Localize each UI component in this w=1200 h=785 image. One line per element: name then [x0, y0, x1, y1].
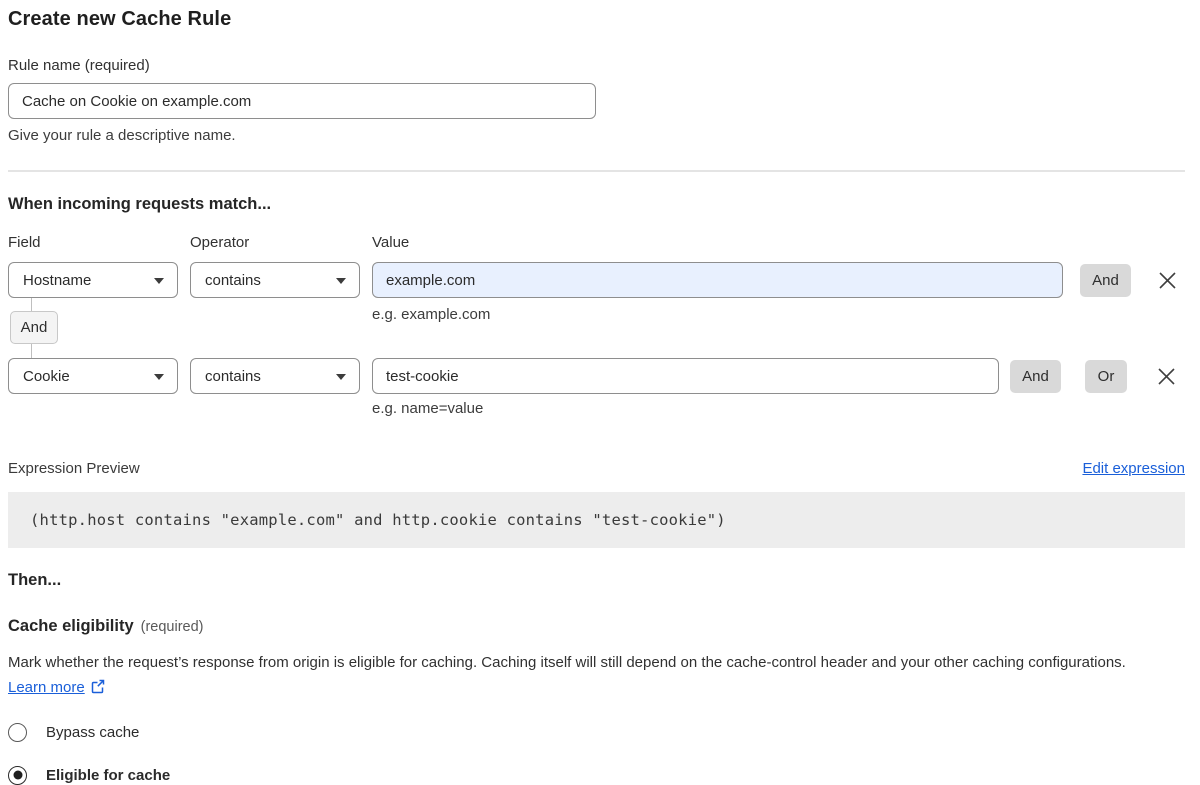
radio-label-bypass-cache: Bypass cache — [46, 724, 139, 741]
field-select-row2-value: Cookie — [23, 368, 70, 385]
value-hint-row2: e.g. name=value — [372, 400, 483, 417]
close-icon — [1158, 271, 1177, 290]
expression-preview-code: (http.host contains "example.com" and ht… — [8, 492, 1185, 548]
field-select-row2[interactable]: Cookie — [8, 358, 178, 394]
rule-name-helper: Give your rule a descriptive name. — [8, 127, 1185, 144]
radio-button-unselected[interactable] — [8, 723, 27, 742]
radio-label-eligible-for-cache: Eligible for cache — [46, 767, 170, 784]
rule-name-label: Rule name (required) — [8, 57, 1185, 74]
radio-option-bypass-cache[interactable]: Bypass cache — [8, 722, 1185, 742]
operator-select-row1[interactable]: contains — [190, 262, 360, 298]
then-heading: Then... — [8, 570, 1185, 590]
add-and-condition-button-row1[interactable]: And — [1080, 264, 1131, 297]
radio-button-selected[interactable] — [8, 766, 27, 785]
add-and-condition-button-row2[interactable]: And — [1010, 360, 1061, 393]
value-input-row2[interactable] — [372, 358, 999, 394]
operator-select-row1-value: contains — [205, 272, 261, 289]
operator-select-row2-value: contains — [205, 368, 261, 385]
section-divider — [8, 170, 1185, 172]
learn-more-link[interactable]: Learn more — [8, 679, 85, 696]
match-heading: When incoming requests match... — [8, 194, 1185, 214]
external-link-icon — [90, 679, 105, 694]
condition-builder: Field Operator Value Hostname contains A… — [8, 234, 1185, 422]
chevron-down-icon — [336, 374, 346, 380]
create-cache-rule-page: Create new Cache Rule Rule name (require… — [0, 0, 1200, 785]
expression-preview-label: Expression Preview — [8, 460, 140, 477]
rule-name-input[interactable] — [8, 83, 596, 119]
field-select-row1-value: Hostname — [23, 272, 91, 289]
cache-eligibility-description: Mark whether the request’s response from… — [8, 651, 1160, 700]
value-hint-row1: e.g. example.com — [372, 306, 490, 323]
chevron-down-icon — [154, 374, 164, 380]
remove-row2-button[interactable] — [1155, 365, 1177, 387]
expression-code-text: (http.host contains "example.com" and ht… — [30, 511, 726, 529]
cache-eligibility-heading: Cache eligibility (required) — [8, 617, 1185, 636]
required-note: (required) — [141, 619, 204, 635]
remove-row1-button[interactable] — [1156, 269, 1178, 291]
value-column-label: Value — [372, 234, 409, 251]
value-input-row1[interactable] — [372, 262, 1063, 298]
radio-option-eligible-for-cache[interactable]: Eligible for cache — [8, 765, 1185, 785]
chevron-down-icon — [336, 278, 346, 284]
description-text: Mark whether the request’s response from… — [8, 654, 1126, 671]
operator-column-label: Operator — [190, 234, 249, 251]
edit-expression-link[interactable]: Edit expression — [1082, 460, 1185, 477]
cache-eligibility-title: Cache eligibility — [8, 617, 134, 636]
chevron-down-icon — [154, 278, 164, 284]
operator-select-row2[interactable]: contains — [190, 358, 360, 394]
page-title: Create new Cache Rule — [8, 8, 1185, 31]
field-select-row1[interactable]: Hostname — [8, 262, 178, 298]
close-icon — [1157, 367, 1176, 386]
connector-and-button[interactable]: And — [10, 311, 58, 344]
field-column-label: Field — [8, 234, 41, 251]
add-or-condition-button-row2[interactable]: Or — [1085, 360, 1127, 393]
